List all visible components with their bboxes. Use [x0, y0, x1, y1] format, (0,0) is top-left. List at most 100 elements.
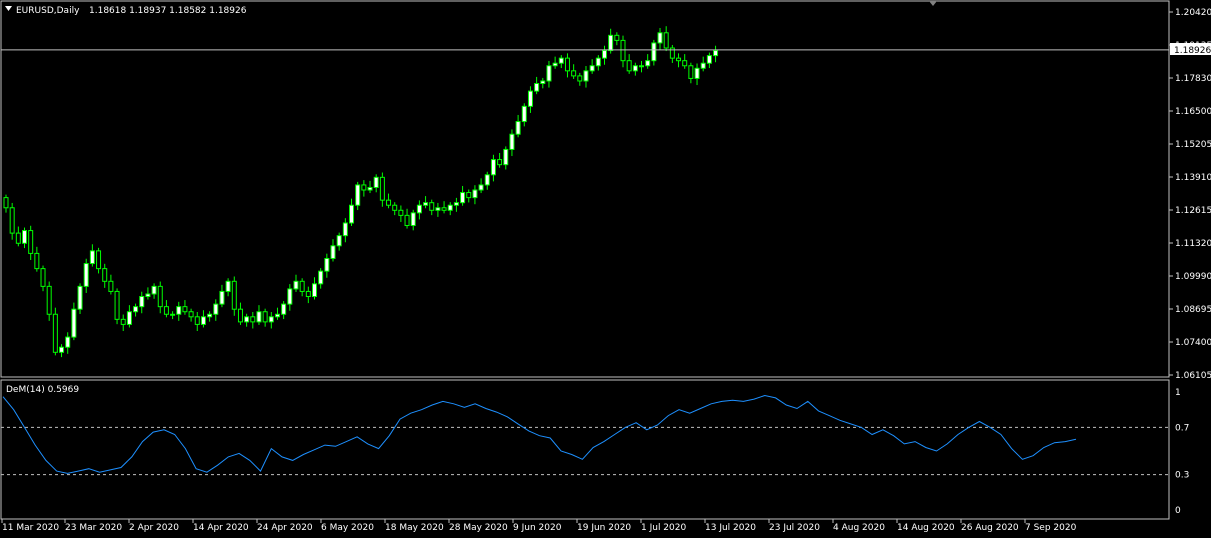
- bear-candle: [571, 70, 577, 77]
- bear-candle: [688, 65, 694, 79]
- bear-candle: [305, 290, 311, 298]
- bull-candle: [324, 257, 330, 272]
- bear-candle: [157, 285, 163, 308]
- bear-candle: [497, 159, 503, 166]
- bull-candle: [330, 245, 336, 259]
- time-tick-label: 4 Aug 2020: [833, 523, 885, 533]
- symbol-label: EURUSD,Daily: [16, 6, 80, 16]
- bear-candle: [163, 306, 169, 315]
- bull-candle: [632, 65, 638, 72]
- bull-candle: [490, 159, 496, 176]
- bull-candle: [713, 50, 719, 57]
- bull-candle: [657, 32, 663, 44]
- indicator-tick-label: 0: [1175, 506, 1181, 516]
- bull-candle: [77, 285, 83, 310]
- bear-candle: [194, 316, 200, 325]
- bull-candle: [318, 270, 324, 285]
- bull-candle: [342, 222, 348, 237]
- bear-candle: [262, 311, 268, 323]
- time-tick-label: 9 Jun 2020: [513, 523, 562, 533]
- bull-candle: [145, 293, 151, 298]
- time-tick-label: 11 Mar 2020: [2, 523, 59, 533]
- price-tick-label: 1.20420: [1175, 8, 1211, 18]
- time-tick-label: 26 Aug 2020: [961, 523, 1019, 533]
- bear-candle: [120, 318, 126, 325]
- bull-candle: [355, 184, 361, 206]
- bull-candle: [589, 65, 595, 72]
- bear-candle: [392, 204, 398, 211]
- bull-candle: [527, 90, 533, 107]
- bull-candle: [694, 67, 700, 79]
- bull-candle: [453, 202, 459, 206]
- time-tick-label: 13 Jul 2020: [705, 523, 756, 533]
- time-tick-label: 24 Apr 2020: [257, 523, 313, 533]
- bear-candle: [46, 285, 52, 315]
- bull-candle: [367, 186, 373, 191]
- bull-candle: [83, 263, 89, 287]
- time-tick-label: 28 May 2020: [449, 523, 508, 533]
- bull-candle: [552, 62, 558, 67]
- bull-candle: [71, 308, 77, 338]
- bull-candle: [126, 311, 132, 325]
- bull-candle: [503, 148, 509, 166]
- current-price-value: 1.18926: [1174, 46, 1211, 56]
- bull-candle: [176, 306, 182, 315]
- bear-candle: [577, 75, 583, 82]
- indicator-label: DeM(14) 0.5969: [6, 385, 79, 395]
- price-tick-label: 1.13910: [1175, 173, 1211, 183]
- bull-candle: [706, 55, 712, 64]
- bull-candle: [287, 288, 293, 305]
- bear-candle: [28, 230, 34, 254]
- price-tick-label: 1.09990: [1175, 272, 1211, 282]
- bear-candle: [182, 306, 188, 313]
- price-tick-label: 1.06105: [1175, 371, 1211, 381]
- time-tick-label: 18 May 2020: [385, 523, 444, 533]
- bear-candle: [386, 199, 392, 206]
- time-tick-label: 14 Apr 2020: [193, 523, 249, 533]
- trading-chart[interactable]: 1.204201.191351.178301.165001.152051.139…: [0, 0, 1211, 538]
- bull-candle: [460, 192, 466, 204]
- bear-candle: [231, 280, 237, 310]
- bull-candle: [139, 296, 145, 308]
- bull-candle: [281, 303, 287, 315]
- bull-candle: [312, 283, 317, 298]
- indicator-tick-label: 0.7: [1175, 423, 1189, 433]
- bull-candle: [608, 34, 614, 52]
- bull-candle: [509, 133, 515, 150]
- time-tick-label: 14 Aug 2020: [897, 523, 955, 533]
- bull-candle: [645, 60, 651, 67]
- bear-candle: [404, 214, 410, 227]
- bull-candle: [336, 235, 342, 247]
- bear-candle: [237, 308, 243, 323]
- indicator-tick-label: 0.3: [1175, 471, 1189, 481]
- bull-candle: [268, 316, 274, 323]
- time-tick-label: 6 May 2020: [321, 523, 374, 533]
- price-tick-label: 1.17830: [1175, 74, 1211, 84]
- price-tick-label: 1.15205: [1175, 140, 1211, 150]
- bull-candle: [435, 207, 441, 211]
- bear-candle: [441, 207, 447, 211]
- bull-candle: [59, 346, 65, 353]
- bear-candle: [663, 32, 669, 49]
- bear-candle: [34, 252, 40, 270]
- bull-candle: [213, 303, 219, 315]
- bull-candle: [639, 65, 645, 68]
- bear-candle: [9, 207, 15, 234]
- time-tick-label: 1 Jul 2020: [641, 523, 686, 533]
- bear-candle: [15, 232, 21, 244]
- bear-candle: [3, 197, 9, 209]
- price-tick-label: 1.07400: [1175, 338, 1211, 348]
- bull-candle: [65, 336, 71, 348]
- bull-candle: [200, 316, 206, 325]
- bull-candle: [207, 313, 213, 318]
- bull-candle: [416, 204, 422, 214]
- bull-candle: [274, 313, 280, 318]
- price-tick-label: 1.16500: [1175, 107, 1211, 117]
- ohlc-values: 1.18618 1.18937 1.18582 1.18926: [89, 6, 247, 16]
- bear-candle: [682, 60, 688, 67]
- bear-candle: [250, 316, 256, 323]
- bull-candle: [472, 189, 478, 199]
- bear-candle: [52, 313, 58, 353]
- bull-candle: [546, 65, 552, 82]
- bull-candle: [256, 311, 262, 323]
